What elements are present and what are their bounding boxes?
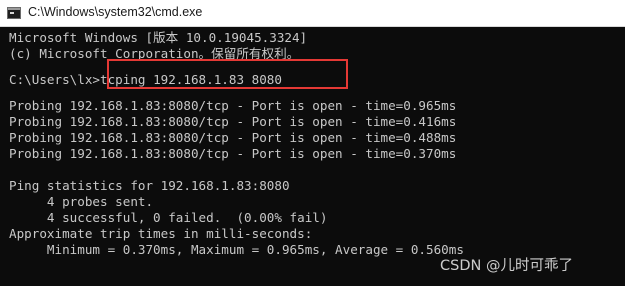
header-line-copyright: (c) Microsoft Corporation。保留所有权利。 [9,46,300,61]
stats-title-line: Ping statistics for 192.168.1.83:8080 [9,178,290,193]
command-prompt-line: C:\Users\lx>tcping 192.168.1.83 8080 [9,59,625,89]
stats-success-line: 4 successful, 0 failed. (0.00% fail) [9,210,328,225]
command-text: >tcping 192.168.1.83 8080 [92,72,282,87]
header-line-version: Microsoft Windows [版本 10.0.19045.3324] [9,30,308,45]
console-app-icon [7,7,21,19]
probe-line-3: Probing 192.168.1.83:8080/tcp - Port is … [9,130,457,145]
title-bar[interactable]: C:\Windows\system32\cmd.exe [0,0,625,27]
prompt-path: C:\Users\lx [9,72,93,87]
probe-line-2: Probing 192.168.1.83:8080/tcp - Port is … [9,114,457,129]
cmd-window: C:\Windows\system32\cmd.exe Microsoft Wi… [0,0,625,286]
csdn-watermark: CSDN @儿时可乖了 [440,258,573,274]
console-output[interactable]: Microsoft Windows [版本 10.0.19045.3324] (… [9,30,625,286]
window-title: C:\Windows\system32\cmd.exe [28,5,203,19]
stats-trip-times-line: Approximate trip times in milli-seconds: [9,226,313,241]
stats-sent-line: 4 probes sent. [9,194,154,209]
probe-line-4: Probing 192.168.1.83:8080/tcp - Port is … [9,146,457,161]
probe-line-1: Probing 192.168.1.83:8080/tcp - Port is … [9,98,457,113]
